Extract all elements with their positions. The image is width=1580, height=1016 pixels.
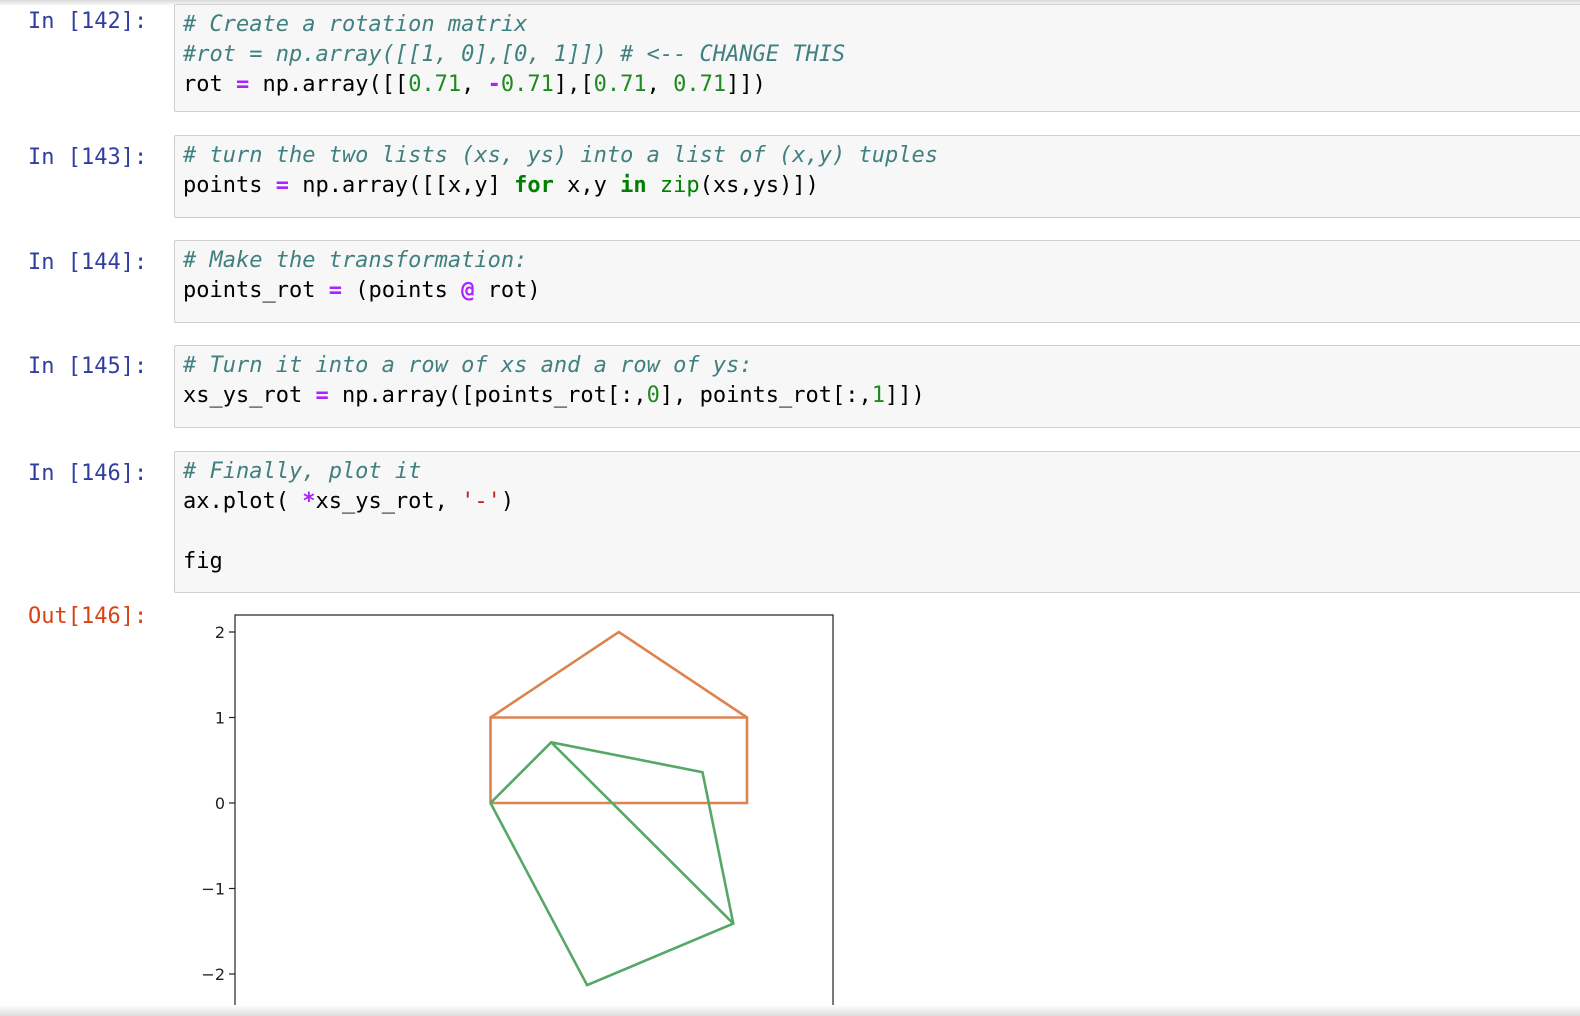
code-token: # Turn it into a row of xs and a row of … [183, 353, 753, 378]
code-token: 0.71 [673, 72, 727, 97]
code-token: ) [500, 489, 515, 514]
code-token: ], points_rot[:, [659, 383, 872, 408]
code-token: points_rot [183, 278, 329, 303]
code-token: # Make the transformation: [183, 248, 528, 273]
code-line: # turn the two lists (xs, ys) into a lis… [183, 141, 938, 171]
code-token: ax.plot( [183, 489, 303, 514]
bottom-shadow [0, 1005, 1580, 1016]
input-prompt: In [142]: [28, 9, 148, 34]
code-token: zip [659, 173, 700, 198]
code-token: (points [341, 278, 462, 303]
y-tick-label: 0 [215, 794, 225, 813]
y-tick-label: −1 [201, 880, 225, 899]
code-line: fig [183, 547, 223, 577]
code-token: points [183, 173, 276, 198]
code-token: , [461, 72, 488, 97]
code-token: # turn the two lists (xs, ys) into a lis… [183, 143, 938, 168]
code-token: fig [183, 549, 223, 574]
code-line: # Turn it into a row of xs and a row of … [183, 351, 753, 381]
output-plot: 2 1 0 −1 −2 [201, 614, 834, 1012]
code-line: # Create a rotation matrix [183, 10, 527, 40]
code-token: rot [183, 72, 236, 97]
input-prompt: In [143]: [28, 145, 148, 170]
code-token: # Create a rotation matrix [183, 12, 528, 37]
code-line: #rot = np.array([[1, 0],[0, 1]]) # <-- C… [183, 40, 845, 70]
code-line: points_rot = (points @ rot) [183, 276, 541, 306]
code-line: points = np.array([[x,y] for x,y in zip(… [183, 171, 819, 201]
code-token: 0.71 [593, 72, 647, 97]
code-cell-input[interactable]: # Turn it into a row of xs and a row of … [174, 345, 1580, 428]
code-token: 1 [871, 383, 886, 408]
code-token: rot) [474, 278, 541, 303]
code-line: xs_ys_rot = np.array([points_rot[:,0], p… [183, 381, 925, 411]
code-token: ],[ [553, 72, 594, 97]
code-token: 0 [646, 383, 660, 408]
code-cell-input[interactable]: # Make the transformation: points_rot = (… [174, 240, 1580, 323]
code-token: = [235, 72, 250, 97]
code-cell-input[interactable]: # turn the two lists (xs, ys) into a lis… [174, 135, 1580, 218]
input-prompt: In [145]: [28, 354, 148, 379]
code-token: @ [461, 278, 475, 303]
code-token: , [646, 72, 674, 97]
code-cell-input[interactable]: # Create a rotation matrix #rot = np.arra… [174, 4, 1580, 112]
code-cell-input[interactable]: # Finally, plot it ax.plot( *xs_ys_rot, '… [174, 451, 1580, 593]
code-token: xs_ys_rot [183, 383, 316, 408]
input-prompt: In [144]: [28, 250, 148, 275]
code-line: rot = np.array([[0.71, -0.71],[0.71, 0.7… [183, 70, 766, 100]
code-token: np.array([points_rot[:, [328, 383, 647, 408]
y-tick-label: −2 [201, 965, 225, 984]
code-token: in [620, 173, 647, 198]
code-token: 0.71 [408, 72, 462, 97]
input-prompt: In [146]: [28, 461, 148, 486]
code-token: '-' [461, 489, 501, 514]
code-token: * [302, 489, 316, 514]
code-token: - [487, 72, 501, 97]
code-token: = [328, 278, 342, 303]
code-token: ]]) [726, 72, 766, 97]
code-token: (xs,ys)]) [699, 173, 819, 198]
y-tick-label: 1 [215, 709, 225, 728]
code-token: np.array([[ [249, 72, 409, 97]
code-line: # Make the transformation: [183, 246, 527, 276]
code-token: ]]) [885, 383, 925, 408]
plot-area-frame [234, 614, 834, 1007]
output-prompt: Out[146]: [28, 604, 148, 629]
code-line: ax.plot( *xs_ys_rot, '-') [183, 487, 514, 517]
code-token: = [275, 173, 289, 198]
code-token: # Finally, plot it [183, 459, 422, 484]
code-token: np.array([[x,y] [288, 173, 515, 198]
y-tick-label: 2 [215, 623, 225, 642]
code-line: # Finally, plot it [183, 457, 421, 487]
code-token: #rot = np.array([[1, 0],[0, 1]]) # <-- C… [183, 42, 846, 67]
code-token: x,y [553, 173, 621, 198]
code-token: = [315, 383, 329, 408]
code-token: xs_ys_rot, [315, 489, 462, 514]
code-token: 0.71 [500, 72, 554, 97]
code-token: for [514, 173, 554, 198]
